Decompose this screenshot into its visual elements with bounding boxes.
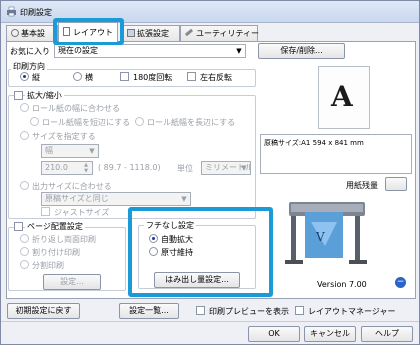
tile-label: 分割印刷 [32,261,64,270]
page-layout-title: ページ配置設定 [25,221,85,232]
chevron-down-icon: ▼ [241,164,247,172]
specify-size-radio[interactable] [20,131,29,140]
window-title: 印刷設定 [20,8,52,17]
spin-arrows-icon: ▲ ▼ [84,162,88,174]
unit-select[interactable]: ミリメートル ▼ [201,161,251,175]
landscape-radio[interactable] [73,72,82,81]
specify-size-label: サイズを指定する [32,132,96,141]
size-value: 210.0 [45,163,68,172]
print-preview-checkbox[interactable] [196,306,205,315]
tab-advanced-label: 拡張設定 [137,29,169,38]
layout-manager-checkbox[interactable] [295,306,304,315]
tile-radio[interactable] [20,260,29,269]
fold-radio[interactable] [20,234,29,243]
scale-title: 拡大/縮小 [25,90,64,101]
tab-basic[interactable]: 基本設 [6,25,58,41]
just-size-checkbox[interactable] [41,207,50,216]
tab-advanced[interactable]: 拡張設定 [122,25,180,41]
long-side-radio[interactable] [135,117,144,126]
help-button[interactable]: ヘルプ [361,326,413,342]
short-side-label: ロール紙幅を短辺にする [42,118,131,127]
rotate180-label: 180度回転 [133,73,173,82]
paper-size-display: 原稿サイズ:A1 594 x 841 mm [260,134,412,174]
restore-defaults-button[interactable]: 初期設定に戻す [7,303,80,319]
version-text: Version 7.00 [317,280,367,289]
size-stepper[interactable]: 210.0 ▲ ▼ [41,161,93,175]
settings-list-button[interactable]: 設定一覧... [119,303,179,319]
tab-layout-label: レイアウト [73,28,113,37]
highlight-borderless [128,207,273,297]
fit-output-radio[interactable] [20,181,29,190]
remaining-paper-label: 用紙残量 [346,181,378,190]
tab-layout[interactable]: レイアウト [58,22,118,42]
fit-roll-label: ロール紙の幅に合わせる [32,104,120,113]
unit-label: 単位 [177,164,193,173]
basic-tab-icon [11,29,19,37]
output-size-value: 原稿サイズと同じ [45,194,109,203]
rotate180-checkbox[interactable] [120,72,129,81]
long-side-label: ロール紙幅を長辺にする [147,118,236,127]
preview-letter: A [331,80,353,113]
remaining-paper-button[interactable] [385,177,407,191]
info-icon[interactable]: − [395,277,406,288]
output-size-select[interactable]: 原稿サイズと同じ ▼ [41,192,191,206]
tab-basic-label: 基本設 [21,29,45,38]
favorites-select[interactable]: 現在の設定 ▼ [54,44,246,58]
page-layout-settings-button[interactable]: 設定... [43,274,101,290]
mirror-checkbox[interactable] [187,72,196,81]
paper-preview: A [318,66,370,129]
chevron-down-icon: ▼ [236,47,242,55]
print-settings-window: 印刷設定 基本設 レイアウト 拡張設定 ユーティリティー お気に入り 現在の設定… [0,0,420,345]
ok-button[interactable]: OK [248,326,300,342]
favorites-value: 現在の設定 [58,46,98,55]
portrait-radio[interactable] [20,72,29,81]
footer-divider [1,321,419,322]
wrench-icon [184,28,194,37]
tab-utility-label: ユーティリティー [196,29,260,38]
split-radio[interactable] [20,247,29,256]
fit-output-label: 出力サイズに合わせる [32,182,112,191]
advanced-tab-icon [127,29,135,37]
fold-label: 折り返し両面印刷 [32,235,96,244]
orientation-title: 印刷方向 [11,61,47,72]
landscape-label: 横 [85,73,93,82]
scale-checkbox[interactable] [14,91,23,100]
layout-tab-icon [63,27,70,36]
printer-icon [6,6,17,17]
just-size-label: ジャストサイズ [54,208,110,217]
dimension-value: 幅 [45,146,53,155]
svg-text:V: V [315,230,325,244]
cancel-button[interactable]: キャンセル [304,326,356,342]
fit-roll-radio[interactable] [20,103,29,112]
chevron-down-icon: ▼ [89,147,95,155]
printer-illustration-icon: V [285,196,369,268]
tab-utility[interactable]: ユーティリティー [180,25,260,41]
dimension-select[interactable]: 幅 ▼ [41,144,99,158]
size-range: ( 89.7 - 1118.0) [98,163,161,172]
paper-size-text: 原稿サイズ:A1 594 x 841 mm [264,139,364,147]
mirror-label: 左右反転 [200,73,232,82]
page-layout-checkbox[interactable] [14,222,23,231]
split-label: 割り付け印刷 [32,248,80,257]
portrait-label: 縦 [32,73,40,82]
save-delete-button[interactable]: 保存/削除... [258,43,345,59]
favorites-label: お気に入り [10,47,50,56]
chevron-down-icon: ▼ [181,195,187,203]
layout-manager-label: レイアウトマネージャー [308,307,396,316]
print-preview-label: 印刷プレビューを表示 [209,307,289,316]
short-side-radio[interactable] [30,117,39,126]
